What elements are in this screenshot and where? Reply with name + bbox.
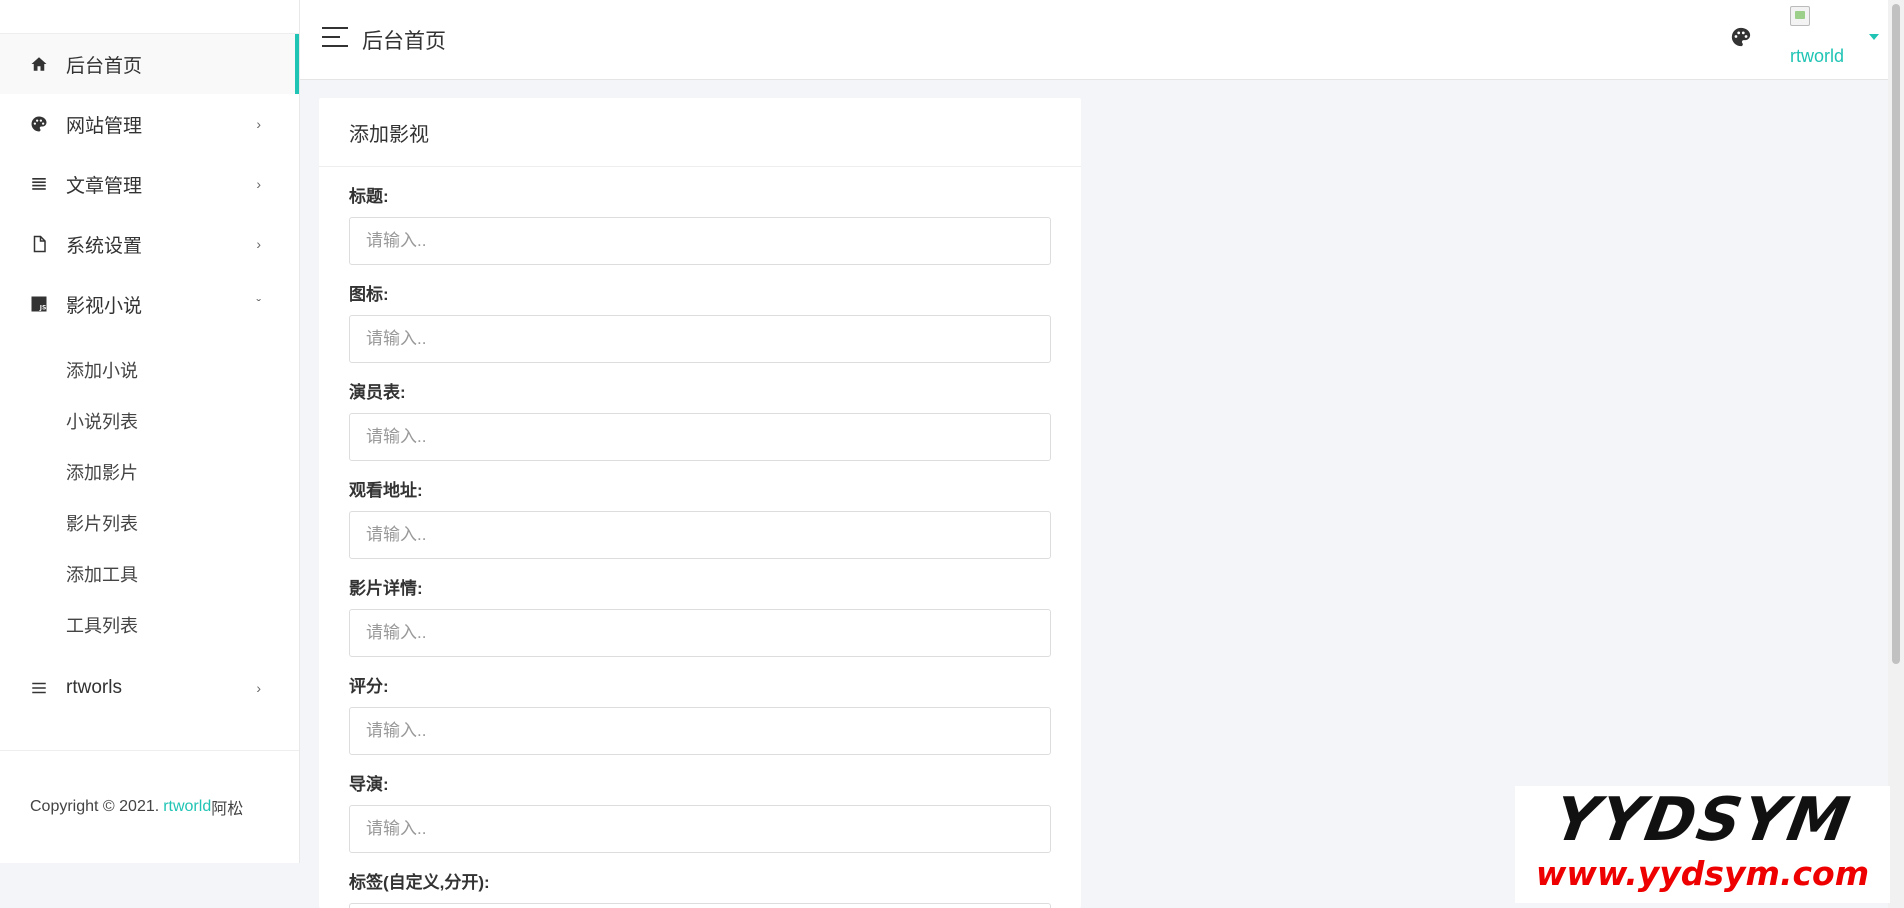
chevron-right-icon: › xyxy=(256,176,261,192)
user-name: rtworld xyxy=(1790,46,1845,66)
form-group-director: 导演: xyxy=(349,775,1051,853)
add-film-form: 标题: 图标: 演员表: 观看地址: 影片详情: 评分: 导演: 标签(自定义 xyxy=(319,167,1081,908)
chevron-right-icon: › xyxy=(256,236,261,252)
field-label: 标签(自定义,分开): xyxy=(349,873,490,892)
field-label: 影片详情: xyxy=(349,579,423,598)
sidebar-subitem-novel-list[interactable]: 小说列表 xyxy=(0,395,299,446)
copyright-suffix: 阿松 xyxy=(211,801,244,818)
form-group-details: 影片详情: xyxy=(349,579,1051,657)
avatar xyxy=(1790,6,1810,26)
sidebar-item-label: rtworls xyxy=(66,677,122,698)
sidebar-subitem-add-novel[interactable]: 添加小说 xyxy=(0,344,299,395)
card-title: 添加影视 xyxy=(319,98,1081,167)
svg-text:JS: JS xyxy=(39,304,47,311)
sidebar-item-label: 网站管理 xyxy=(66,115,143,137)
palette-icon xyxy=(28,113,50,135)
sidebar-subitem-tool-list[interactable]: 工具列表 xyxy=(0,599,299,650)
sidebar-item-system-settings[interactable]: 系统设置 › xyxy=(0,214,299,274)
copyright-link[interactable]: rtworld xyxy=(163,798,211,816)
field-label: 导演: xyxy=(349,775,389,794)
details-input[interactable] xyxy=(349,609,1051,657)
field-label: 标题: xyxy=(349,187,389,206)
chevron-right-icon: › xyxy=(256,680,261,696)
field-label: 演员表: xyxy=(349,383,406,402)
field-label: 观看地址: xyxy=(349,481,423,500)
sidebar-item-site-management[interactable]: 网站管理 › xyxy=(0,94,299,154)
user-menu[interactable]: rtworld xyxy=(1790,6,1880,70)
file-icon xyxy=(28,233,50,255)
add-film-card: 添加影视 标题: 图标: 演员表: 观看地址: 影片详情: 评分: 导演: xyxy=(319,98,1081,908)
watermark-logo: YYDSYM xyxy=(1548,786,1857,855)
sidebar-item-film-novel[interactable]: JS 影视小说 ˇ xyxy=(0,274,299,334)
field-label: 评分: xyxy=(349,677,389,696)
page-scrollbar[interactable] xyxy=(1888,0,1904,908)
palette-icon[interactable] xyxy=(1730,26,1754,50)
sidebar-item-label: 文章管理 xyxy=(66,175,143,197)
caret-down-icon[interactable] xyxy=(1869,34,1879,40)
field-label: 图标: xyxy=(349,285,389,304)
form-group-rating: 评分: xyxy=(349,677,1051,755)
rating-input[interactable] xyxy=(349,707,1051,755)
js-icon: JS xyxy=(28,293,50,315)
watch-url-input[interactable] xyxy=(349,511,1051,559)
chevron-right-icon: › xyxy=(256,116,261,132)
sidebar-subitem-add-film[interactable]: 添加影片 xyxy=(0,446,299,497)
sidebar-item-article-management[interactable]: 文章管理 › xyxy=(0,154,299,214)
sidebar-item-dashboard[interactable]: 后台首页 xyxy=(0,34,299,94)
sidebar-subitem-film-list[interactable]: 影片列表 xyxy=(0,497,299,548)
sidebar-submenu: 添加小说 小说列表 添加影片 影片列表 添加工具 工具列表 xyxy=(0,334,299,658)
watermark: YYDSYM www.yydsym.com xyxy=(1515,786,1890,903)
form-group-icon: 图标: xyxy=(349,285,1051,363)
sidebar-item-label: 系统设置 xyxy=(66,235,143,257)
watermark-url: www.yydsym.com xyxy=(1535,854,1870,893)
chevron-down-icon: ˇ xyxy=(256,296,261,312)
sidebar-item-rtworls[interactable]: rtworls › xyxy=(0,658,299,718)
sidebar-top-strip xyxy=(0,0,299,34)
title-input[interactable] xyxy=(349,217,1051,265)
form-group-cast: 演员表: xyxy=(349,383,1051,461)
sidebar-item-label: 影视小说 xyxy=(66,295,143,317)
form-group-tags: 标签(自定义,分开): xyxy=(349,873,1051,908)
tags-input[interactable] xyxy=(349,903,1051,908)
top-header: 后台首页 rtworld xyxy=(300,0,1888,80)
scrollbar-thumb[interactable] xyxy=(1892,4,1900,664)
icon-input[interactable] xyxy=(349,315,1051,363)
form-group-title: 标题: xyxy=(349,187,1051,265)
sidebar-subitem-add-tool[interactable]: 添加工具 xyxy=(0,548,299,599)
cast-input[interactable] xyxy=(349,413,1051,461)
home-icon xyxy=(28,53,50,75)
copyright-text: Copyright © 2021. xyxy=(30,798,160,815)
page-title: 后台首页 xyxy=(362,30,446,53)
menu-toggle-icon[interactable] xyxy=(322,27,348,47)
list-icon xyxy=(28,173,50,195)
director-input[interactable] xyxy=(349,805,1051,853)
menu-icon xyxy=(28,677,50,699)
form-group-watch-url: 观看地址: xyxy=(349,481,1051,559)
sidebar-footer: Copyright © 2021. rtworld 阿松 xyxy=(0,750,299,863)
sidebar: 后台首页 网站管理 › 文章管理 › 系统设置 › JS 影视小说 ˇ 添加小说… xyxy=(0,0,300,863)
sidebar-item-label: 后台首页 xyxy=(66,55,143,77)
